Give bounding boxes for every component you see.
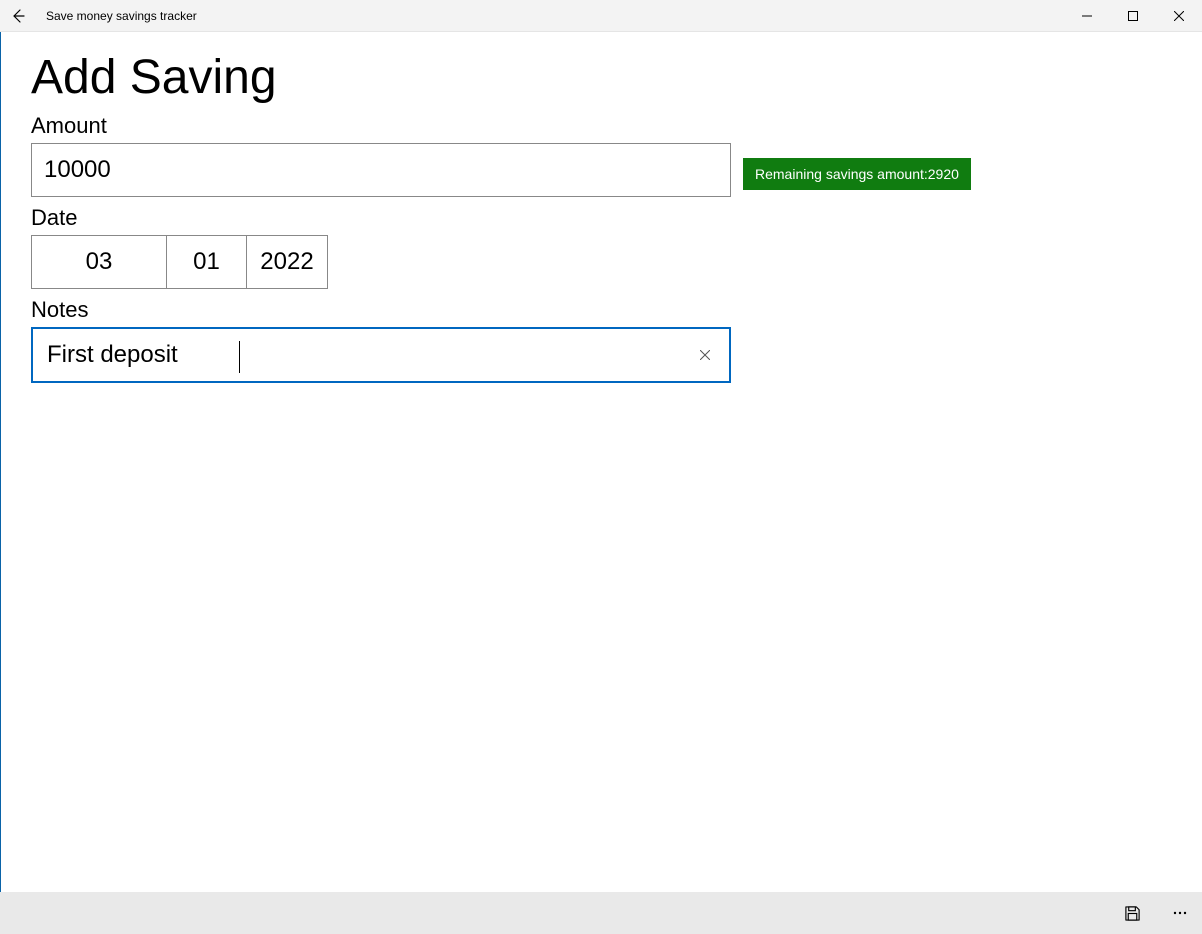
amount-input[interactable]: [31, 143, 731, 197]
notes-input-wrapper: First deposit: [31, 327, 731, 383]
notes-input[interactable]: First deposit: [31, 327, 731, 383]
date-year-segment[interactable]: 2022: [247, 236, 327, 288]
back-arrow-icon: [10, 8, 26, 24]
close-icon: [1174, 11, 1184, 21]
maximize-button[interactable]: [1110, 0, 1156, 32]
maximize-icon: [1128, 11, 1138, 21]
page-content: Add Saving Amount Date 03 01 2022 Notes …: [0, 32, 1202, 892]
window-title: Save money savings tracker: [46, 9, 197, 23]
titlebar-left-group: Save money savings tracker: [8, 6, 197, 26]
ellipsis-icon: [1172, 905, 1188, 921]
notes-label: Notes: [31, 297, 1172, 323]
window-controls: [1064, 0, 1202, 31]
save-icon: [1124, 905, 1141, 922]
clear-notes-button[interactable]: [691, 341, 719, 369]
x-icon: [700, 350, 710, 360]
notes-input-value: First deposit: [47, 341, 178, 369]
minimize-button[interactable]: [1064, 0, 1110, 32]
page-title: Add Saving: [31, 50, 1172, 105]
date-picker[interactable]: 03 01 2022: [31, 235, 328, 289]
app-bottom-bar: [0, 892, 1202, 934]
date-day-segment[interactable]: 01: [167, 236, 247, 288]
amount-label: Amount: [31, 113, 1172, 139]
more-button[interactable]: [1168, 901, 1192, 925]
date-label: Date: [31, 205, 1172, 231]
text-cursor: [239, 341, 240, 373]
minimize-icon: [1082, 11, 1092, 21]
back-button[interactable]: [8, 6, 28, 26]
remaining-savings-badge: Remaining savings amount:2920: [743, 158, 971, 190]
window-titlebar: Save money savings tracker: [0, 0, 1202, 32]
close-button[interactable]: [1156, 0, 1202, 32]
save-button[interactable]: [1120, 901, 1144, 925]
remaining-label: Remaining savings amount:: [755, 166, 928, 182]
remaining-value: 2920: [928, 166, 959, 182]
date-month-segment[interactable]: 03: [32, 236, 167, 288]
